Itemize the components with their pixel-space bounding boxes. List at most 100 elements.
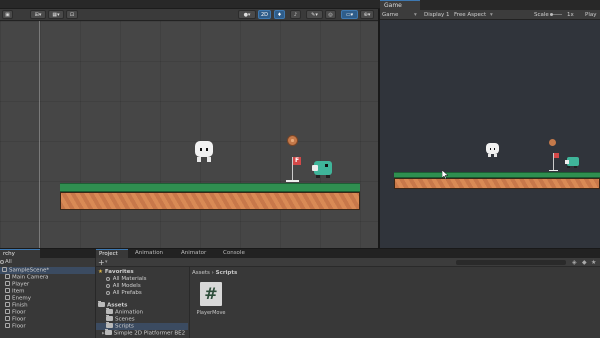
favorites-header[interactable]: ★ Favorites — [98, 269, 134, 276]
folder-icon — [106, 308, 113, 314]
add-asset-button[interactable]: + — [98, 258, 105, 267]
tab-animation[interactable]: Animation — [132, 249, 172, 258]
2d-toggle-button[interactable]: 2D — [258, 10, 271, 19]
project-panel: + ▾ ◈ ◆ ★ ★ Favorites All Materials All … — [96, 258, 600, 338]
floor-platform-grass[interactable] — [60, 183, 360, 192]
tab-console[interactable]: Console — [220, 249, 256, 258]
snap-toggle[interactable]: ⊡ — [66, 10, 78, 19]
scene-name: SampleScene* — [9, 267, 50, 274]
folder-label: Simple 2D Platformer BE2 — [113, 330, 186, 337]
lighting-toggle-icon[interactable]: ♦ — [274, 10, 285, 19]
script-file-name: PlayerMove — [196, 310, 226, 316]
console-tab-label: Console — [223, 250, 245, 256]
scene-icon — [2, 267, 7, 272]
search-icon — [0, 259, 4, 264]
project-toolbar: + ▾ ◈ ◆ ★ — [96, 258, 600, 267]
folder-icon — [98, 301, 105, 307]
hierarchy-scene-row[interactable]: SampleScene* — [0, 267, 95, 274]
folder-icon — [106, 322, 113, 328]
folder-scenes[interactable]: Scenes — [106, 315, 135, 323]
scale-slider[interactable] — [552, 14, 562, 15]
assets-header[interactable]: Assets — [98, 301, 128, 309]
hierarchy-item-finish[interactable]: Finish — [0, 302, 95, 309]
game-coin-sprite — [549, 139, 556, 146]
folder-animation[interactable]: Animation — [106, 308, 144, 316]
filter-icon[interactable]: ◈ — [572, 258, 577, 267]
folder-scripts[interactable]: Scripts — [96, 322, 188, 330]
hierarchy-item-label: Floor — [12, 309, 26, 316]
draw-mode-dropdown[interactable]: ⊞▾ — [30, 10, 46, 19]
hierarchy-item-main-camera[interactable]: Main Camera — [0, 274, 95, 281]
folder-label: Scripts — [115, 323, 134, 330]
breadcrumb-scripts[interactable]: Scripts — [216, 270, 238, 276]
game-view[interactable] — [380, 20, 600, 248]
breadcrumb: Assets › Scripts — [192, 269, 237, 277]
game-player-sprite — [486, 143, 499, 159]
play-mode-dropdown[interactable]: Play — [585, 10, 596, 20]
tab-animator[interactable]: Animator — [178, 249, 216, 258]
floor-platform-dirt[interactable] — [60, 192, 360, 210]
gizmos-dropdown[interactable]: ⊕▾ — [360, 10, 374, 19]
scene-camera-dropdown[interactable]: ▭▾ — [341, 10, 358, 19]
scene-view[interactable]: F — [0, 21, 378, 248]
favorite-all-models[interactable]: All Models — [106, 283, 141, 290]
add-chevron-icon: ▾ — [105, 259, 108, 265]
folder-icon — [106, 315, 113, 321]
favorite-all-prefabs[interactable]: All Prefabs — [106, 290, 142, 297]
enemy-sprite[interactable] — [310, 159, 334, 179]
audio-toggle-icon[interactable]: ♪ — [290, 10, 301, 19]
favorites-star-icon: ★ — [98, 269, 105, 275]
hierarchy-item-floor[interactable]: Floor — [0, 309, 95, 316]
breadcrumb-assets[interactable]: Assets — [192, 270, 210, 276]
label-icon[interactable]: ◆ — [582, 258, 587, 267]
folder-label: Animation — [115, 309, 144, 316]
gameobject-icon — [5, 295, 10, 300]
project-tab-label: Project — [99, 251, 118, 257]
scene-toolbar: ▣ ⊞▾ ▦▾ ⊡ ●▾ 2D ♦ ♪ ✎▾ ◎ ▭▾ ⊕▾ — [0, 9, 378, 21]
folder-simple-2d-platformer[interactable]: ▸ Simple 2D Platformer BE2 — [102, 329, 186, 337]
favorite-label: All Prefabs — [112, 290, 142, 296]
player-sprite[interactable] — [194, 141, 214, 165]
favorites-label: Favorites — [104, 269, 134, 275]
hierarchy-item-label: Floor — [12, 316, 26, 323]
tab-hierarchy[interactable]: rchy — [0, 249, 40, 258]
tab-project[interactable]: Project — [96, 249, 128, 258]
game-mode-dropdown[interactable]: Game — [382, 10, 398, 20]
hierarchy-item-floor[interactable]: Floor — [0, 316, 95, 323]
gizmo-toggle[interactable]: ▦▾ — [48, 10, 64, 19]
transform-tool-icon[interactable]: ▣ — [2, 10, 13, 19]
scale-slider-handle[interactable] — [550, 13, 553, 16]
coin-item-sprite[interactable] — [287, 135, 298, 146]
hierarchy-tab-label: rchy — [3, 251, 15, 257]
display-dropdown[interactable]: Display 1 — [424, 10, 450, 20]
hierarchy-item-player[interactable]: Player — [0, 281, 95, 288]
tab-game[interactable]: Game — [380, 0, 420, 10]
favorite-all-materials[interactable]: All Materials — [106, 276, 147, 283]
script-asset-playermove[interactable]: # PlayerMove — [196, 282, 226, 324]
hierarchy-item-item[interactable]: Item — [0, 288, 95, 295]
hidden-objects-icon[interactable]: ◎ — [325, 10, 336, 19]
csharp-script-icon: # — [200, 282, 222, 306]
hierarchy-item-enemy[interactable]: Enemy — [0, 295, 95, 302]
gameobject-icon — [5, 274, 10, 279]
hierarchy-item-label: Player — [12, 281, 30, 288]
shading-dropdown[interactable]: ●▾ — [238, 10, 256, 19]
aspect-chevron-icon: ▾ — [490, 12, 493, 18]
finish-flag-sprite[interactable]: F — [285, 155, 301, 183]
assets-label: Assets — [107, 302, 128, 309]
project-search-input[interactable] — [456, 260, 566, 265]
favorite-label: All Materials — [112, 276, 147, 282]
gameobject-icon — [5, 323, 10, 328]
hierarchy-item-floor[interactable]: Floor — [0, 323, 95, 330]
effects-dropdown[interactable]: ✎▾ — [306, 10, 323, 19]
aspect-dropdown[interactable]: Free Aspect — [454, 10, 486, 20]
hierarchy-search[interactable]: All — [0, 259, 95, 266]
gameobject-icon — [5, 316, 10, 321]
gameobject-icon — [5, 281, 10, 286]
favorite-label: All Models — [112, 283, 141, 289]
star-icon[interactable]: ★ — [591, 258, 596, 267]
hierarchy-item-label: Item — [12, 288, 25, 295]
animator-tab-label: Animator — [181, 250, 207, 256]
flag-letter: F — [293, 157, 301, 165]
bottom-panels: rchy Project Animation Animator Console … — [0, 249, 600, 338]
